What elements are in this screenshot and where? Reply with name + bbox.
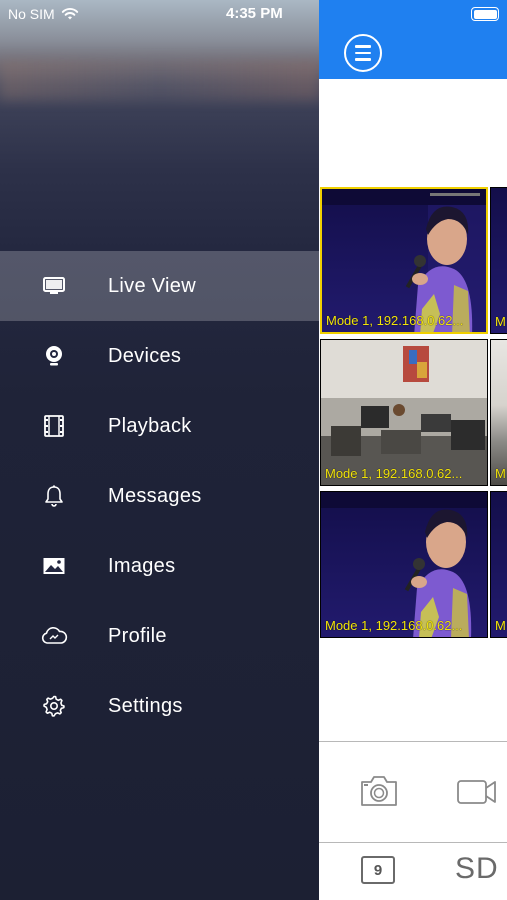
menu-item-label: Messages — [108, 484, 202, 507]
live-view-panel: Mode 1, 192.168.0.62... Mode 1, 192.168.… — [319, 0, 507, 900]
hamburger-menu-button[interactable] — [344, 34, 382, 72]
status-time: 4:35 PM — [226, 5, 283, 22]
gear-icon — [40, 692, 68, 720]
grid-count-label: 9 — [373, 861, 383, 879]
grid-layout-button[interactable]: 9 — [361, 856, 395, 884]
record-video-icon[interactable] — [456, 776, 498, 806]
menu-item-images[interactable]: Images — [0, 531, 319, 601]
drawer-background-image — [0, 60, 319, 100]
video-tile-partial[interactable]: M — [490, 339, 507, 486]
video-tile[interactable]: Mode 1, 192.168.0.62... — [320, 339, 488, 486]
menu-item-label: Devices — [108, 344, 182, 367]
monitor-icon — [40, 272, 68, 300]
menu-item-label: Images — [108, 554, 176, 577]
video-tile-partial[interactable]: M — [490, 187, 507, 334]
live-view-header — [319, 0, 507, 79]
video-grid: Mode 1, 192.168.0.62... Mode 1, 192.168.… — [319, 186, 507, 639]
tile-label: M — [495, 314, 506, 329]
menu-item-devices[interactable]: Devices — [0, 321, 319, 391]
film-icon — [40, 412, 68, 440]
side-drawer: No SIM 4:35 PM Live View Devices Playbac… — [0, 0, 319, 900]
toolbar-divider — [319, 842, 507, 843]
video-tile[interactable]: Mode 1, 192.168.0.62... — [320, 187, 488, 334]
bell-icon — [40, 482, 68, 510]
stream-quality-toggle[interactable]: SD — [455, 852, 499, 886]
tile-label: Mode 1, 192.168.0.62... — [325, 618, 463, 633]
video-tile-partial[interactable]: M — [490, 491, 507, 638]
carrier-label: No SIM — [8, 6, 55, 22]
tile-label: Mode 1, 192.168.0.62... — [325, 466, 463, 481]
menu-item-label: Live View — [108, 274, 196, 297]
menu-item-label: Playback — [108, 414, 192, 437]
tile-label: M — [495, 466, 506, 481]
tile-label: Mode 1, 192.168.0.62... — [326, 313, 464, 328]
menu-item-playback[interactable]: Playback — [0, 391, 319, 461]
status-bar-left: No SIM — [8, 5, 79, 23]
toolbar-divider — [319, 741, 507, 742]
menu-item-messages[interactable]: Messages — [0, 461, 319, 531]
battery-icon — [471, 7, 499, 21]
menu-item-label: Settings — [108, 694, 183, 717]
video-tile[interactable]: Mode 1, 192.168.0.62... — [320, 491, 488, 638]
camera-icon — [40, 342, 68, 370]
image-icon — [40, 552, 68, 580]
tile-label: M — [495, 618, 506, 633]
menu-item-settings[interactable]: Settings — [0, 671, 319, 741]
wifi-icon — [61, 8, 78, 20]
video-feed-image — [321, 492, 487, 637]
menu-item-profile[interactable]: Profile — [0, 601, 319, 671]
menu-item-live-view[interactable]: Live View — [0, 251, 319, 321]
snapshot-camera-icon[interactable] — [359, 774, 399, 808]
drawer-menu: Live View Devices Playback Messages Imag… — [0, 251, 319, 741]
cloud-icon — [40, 622, 68, 650]
video-feed-image — [321, 340, 487, 485]
menu-item-label: Profile — [108, 624, 167, 647]
